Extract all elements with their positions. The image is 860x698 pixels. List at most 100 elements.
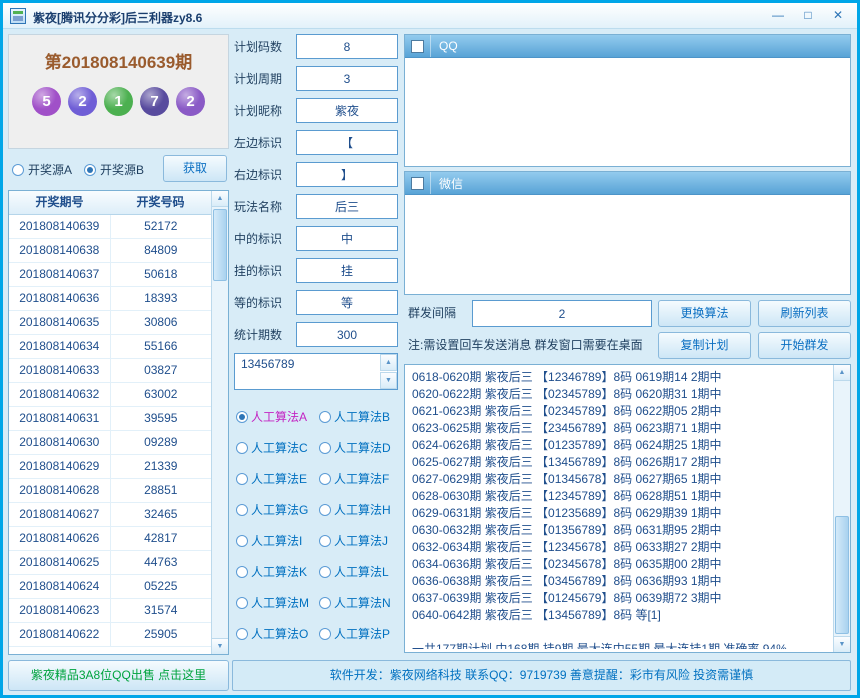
plan-output[interactable]: 0618-0620期 紫夜后三 【12346789】8码 0619期14 2期中… — [404, 364, 851, 653]
table-row[interactable]: 201808140622 25905 — [9, 623, 211, 647]
radio-icon — [236, 627, 248, 640]
game-name-input[interactable] — [296, 194, 398, 219]
algo-radio-d[interactable]: 人工算法D — [319, 435, 402, 460]
draw-number: 03827 — [144, 363, 178, 377]
algo-radio-e[interactable]: 人工算法E — [236, 466, 319, 491]
table-row[interactable]: 201808140635 30806 — [9, 311, 211, 335]
plan-line: 0637-0639期 紫夜后三 【01245679】8码 0639期72 3期中 — [412, 591, 722, 605]
start-broadcast-button[interactable]: 开始群发 — [758, 332, 851, 359]
plan-codes-input[interactable] — [296, 34, 398, 59]
algo-radio-b[interactable]: 人工算法B — [319, 404, 402, 429]
algo-radio-a[interactable]: 人工算法A — [236, 404, 319, 429]
table-row[interactable]: 201808140625 44763 — [9, 551, 211, 575]
draw-period: 201808140623 — [9, 599, 111, 622]
code-spinner[interactable]: 13456789 ▲ ▼ — [234, 353, 398, 390]
lose-mark-input[interactable] — [296, 258, 398, 283]
close-icon[interactable]: ✕ — [825, 6, 851, 26]
left-mark-input[interactable] — [296, 130, 398, 155]
wechat-header-label: 微信 — [439, 176, 464, 191]
algo-radio-j[interactable]: 人工算法J — [319, 528, 402, 553]
lottery-ball: 2 — [176, 87, 205, 116]
draw-number: 25905 — [144, 627, 178, 641]
plan-line: 0627-0629期 紫夜后三 【01345678】8码 0627期65 1期中 — [412, 472, 722, 486]
maximize-icon[interactable]: □ — [795, 6, 821, 26]
scrollbar-thumb[interactable] — [835, 516, 849, 634]
table-row[interactable]: 201808140623 31574 — [9, 599, 211, 623]
radio-source-a[interactable]: 开奖源A — [12, 161, 72, 178]
table-body: 201808140639 52172 201808140638 84809 2018… — [9, 215, 211, 654]
table-row[interactable]: 201808140632 63002 — [9, 383, 211, 407]
select-all-checkbox[interactable] — [411, 39, 424, 53]
draw-period: 201808140639 — [9, 215, 111, 238]
algo-radio-m[interactable]: 人工算法M — [236, 590, 319, 615]
draw-period: 201808140638 — [9, 239, 111, 262]
win-mark-input[interactable] — [296, 226, 398, 251]
table-row[interactable]: 201808140631 39595 — [9, 407, 211, 431]
algo-radio-p[interactable]: 人工算法P — [319, 621, 402, 646]
draw-number: 50618 — [144, 267, 178, 281]
draw-period: 201808140633 — [9, 359, 111, 382]
fetch-button[interactable]: 获取 — [163, 155, 227, 182]
qq-list: QQ — [404, 34, 851, 167]
table-row[interactable]: 201808140628 28851 — [9, 479, 211, 503]
minimize-icon[interactable]: — — [765, 6, 791, 26]
copy-plan-button[interactable]: 复制计划 — [658, 332, 751, 359]
draw-period: 201808140635 — [9, 311, 111, 334]
radio-icon — [319, 472, 331, 485]
plan-scrollbar[interactable]: ▲ ▼ — [833, 365, 850, 652]
radio-icon — [12, 163, 24, 176]
plan-text: 0618-0620期 紫夜后三 【12346789】8码 0619期14 2期中… — [412, 369, 829, 649]
algo-radio-g[interactable]: 人工算法G — [236, 497, 319, 522]
draw-number: 84809 — [144, 243, 178, 257]
refresh-list-button[interactable]: 刷新列表 — [758, 300, 851, 327]
field-label: 玩法名称 — [234, 200, 283, 214]
table-row[interactable]: 201808140626 42817 — [9, 527, 211, 551]
scrollbar-thumb[interactable] — [213, 209, 227, 281]
table-row[interactable]: 201808140624 05225 — [9, 575, 211, 599]
algo-radio-c[interactable]: 人工算法C — [236, 435, 319, 460]
radio-source-b[interactable]: 开奖源B — [84, 161, 144, 178]
algo-radio-o[interactable]: 人工算法O — [236, 621, 319, 646]
plan-nickname-input[interactable] — [296, 98, 398, 123]
plan-line: 0640-0642期 紫夜后三 【13456789】8码 等[1] — [412, 608, 661, 622]
stat-periods-input[interactable] — [296, 322, 398, 347]
draw-number: 30806 — [144, 315, 178, 329]
table-row[interactable]: 201808140639 52172 — [9, 215, 211, 239]
table-row[interactable]: 201808140627 32465 — [9, 503, 211, 527]
table-row[interactable]: 201808140638 84809 — [9, 239, 211, 263]
table-row[interactable]: 201808140637 50618 — [9, 263, 211, 287]
table-row[interactable]: 201808140636 18393 — [9, 287, 211, 311]
select-all-checkbox[interactable] — [411, 176, 424, 190]
scroll-down-icon[interactable]: ▼ — [212, 638, 228, 654]
algo-radio-n[interactable]: 人工算法N — [319, 590, 402, 615]
radio-icon — [319, 565, 331, 578]
table-row[interactable]: 201808140629 21339 — [9, 455, 211, 479]
spin-down-icon[interactable]: ▼ — [380, 372, 397, 389]
table-row[interactable]: 201808140633 03827 — [9, 359, 211, 383]
radio-icon — [319, 627, 331, 640]
lottery-ball: 7 — [140, 87, 169, 116]
algo-radio-f[interactable]: 人工算法F — [319, 466, 402, 491]
scroll-up-icon[interactable]: ▲ — [212, 191, 228, 207]
table-row[interactable]: 201808140634 55166 — [9, 335, 211, 359]
draw-period: 201808140627 — [9, 503, 111, 526]
algo-radio-l[interactable]: 人工算法L — [319, 559, 402, 584]
algo-radio-h[interactable]: 人工算法H — [319, 497, 402, 522]
change-algorithm-button[interactable]: 更换算法 — [658, 300, 751, 327]
interval-input[interactable] — [472, 300, 652, 327]
wechat-list: 微信 — [404, 171, 851, 295]
scroll-up-icon[interactable]: ▲ — [834, 365, 850, 381]
table-scrollbar[interactable]: ▲ ▼ — [211, 191, 228, 654]
algo-radio-i[interactable]: 人工算法I — [236, 528, 319, 553]
promo-button[interactable]: 紫夜精品3A8位QQ出售 点击这里 — [8, 660, 229, 691]
algo-radio-k[interactable]: 人工算法K — [236, 559, 319, 584]
right-mark-input[interactable] — [296, 162, 398, 187]
field-label: 中的标识 — [234, 232, 283, 246]
table-row[interactable]: 201808140630 09289 — [9, 431, 211, 455]
field-label: 统计期数 — [234, 328, 283, 342]
wait-mark-input[interactable] — [296, 290, 398, 315]
scroll-down-icon[interactable]: ▼ — [834, 636, 850, 652]
spin-up-icon[interactable]: ▲ — [380, 354, 397, 371]
plan-cycle-input[interactable] — [296, 66, 398, 91]
field-label: 左边标识 — [234, 136, 283, 150]
